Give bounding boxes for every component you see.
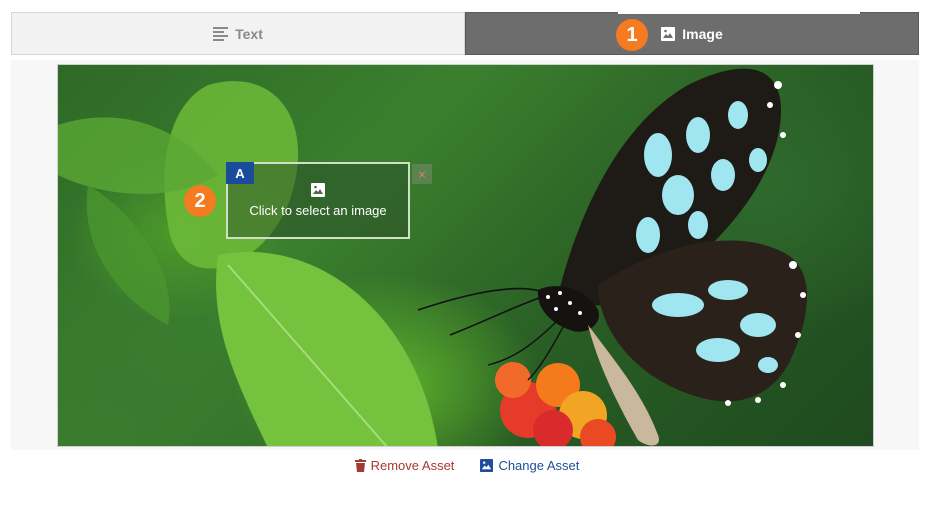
slot-tag: A [226, 162, 254, 184]
tab-image[interactable]: Image [465, 12, 919, 55]
image-placeholder-slot[interactable]: A Click to select an image [226, 162, 410, 239]
tab-text-label: Text [235, 25, 263, 42]
text-lines-icon [213, 26, 229, 41]
step-badge-1: 1 [616, 19, 648, 51]
change-asset-button[interactable]: Change Asset [480, 458, 579, 473]
remove-asset-button[interactable]: Remove Asset [354, 458, 455, 473]
remove-asset-label: Remove Asset [370, 458, 455, 473]
image-icon [480, 459, 494, 472]
image-icon [311, 183, 325, 197]
close-icon[interactable]: × [412, 164, 432, 184]
tab-image-label: Image [682, 25, 723, 42]
asset-actions: Remove Asset Change Asset [0, 458, 934, 473]
slot-prompt: Click to select an image [249, 203, 387, 218]
butterfly-photo [57, 64, 874, 447]
step-badge-2: 2 [184, 185, 216, 217]
trash-icon [354, 459, 366, 472]
change-asset-label: Change Asset [498, 458, 580, 473]
image-icon [661, 26, 676, 41]
tab-text[interactable]: Text [11, 12, 465, 55]
tab-bar: Text Image [11, 12, 919, 55]
